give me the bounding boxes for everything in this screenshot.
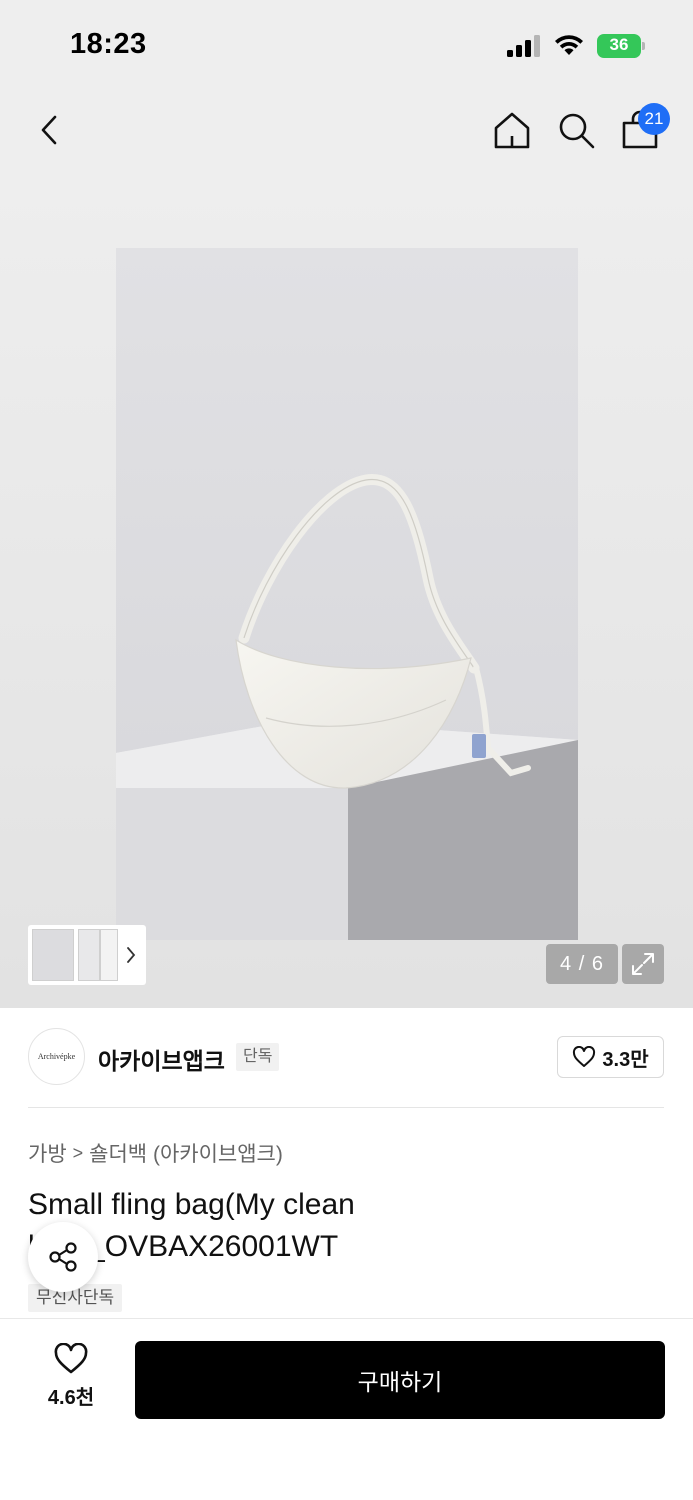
cart-count-badge: 21 [638, 103, 670, 135]
breadcrumb-category[interactable]: 가방 [28, 1138, 67, 1168]
brand-like-button[interactable]: 3.3만 [557, 1036, 664, 1078]
brand-like-count: 3.3만 [602, 1048, 649, 1071]
brand-exclusive-tag: 단독 [236, 1043, 280, 1071]
back-button[interactable] [28, 108, 72, 152]
status-bar: 18:23 36 [0, 0, 693, 90]
bag-illustration [116, 248, 578, 940]
product-like-count: 4.6천 [47, 1387, 95, 1409]
thumbnail-image[interactable] [100, 929, 118, 981]
product-like-button[interactable]: 4.6천 [30, 1343, 112, 1413]
share-button[interactable] [28, 1222, 98, 1292]
heart-icon [573, 1046, 596, 1067]
expand-icon [632, 953, 654, 975]
brand-row: Archivépke 아카이브앱크 단독 3.3만 [0, 1008, 693, 1108]
home-icon [494, 112, 530, 149]
search-button[interactable] [552, 106, 600, 154]
chevron-right-icon[interactable] [125, 945, 137, 965]
status-time: 18:23 [70, 28, 147, 60]
chevron-left-icon [41, 115, 57, 145]
product-gallery[interactable]: 4 / 6 [0, 170, 693, 1008]
search-icon [559, 113, 595, 149]
expand-button[interactable] [622, 944, 664, 984]
buy-button[interactable]: 구매하기 [135, 1341, 665, 1419]
product-photo[interactable] [116, 248, 578, 940]
battery-level: 36 [609, 35, 629, 54]
brand-logo-text: Archivépke [37, 1052, 76, 1061]
image-counter: 4 / 6 [546, 944, 618, 984]
product-title: Small fling bag(My clean bed)_OVBAX26001… [28, 1188, 355, 1263]
battery-icon: 36 [597, 34, 645, 58]
brand-name[interactable]: 아카이브앱크 [98, 1042, 225, 1076]
breadcrumb-separator: > [72, 1142, 84, 1163]
brand-logo[interactable]: Archivépke [28, 1028, 85, 1085]
nav-bar [0, 90, 693, 170]
heart-icon [54, 1343, 88, 1374]
thumbnail-image[interactable] [32, 929, 74, 981]
share-icon [49, 1242, 77, 1272]
home-button[interactable] [488, 106, 536, 154]
cellular-signal-icon [507, 35, 540, 57]
bottom-action-bar: 4.6천 구매하기 [0, 1318, 693, 1500]
breadcrumb: 가방 > 숄더백 (아카이브앱크) [28, 1138, 283, 1168]
thumbnail-strip[interactable] [28, 925, 146, 985]
breadcrumb-subcategory[interactable]: 숄더백 (아카이브앱크) [89, 1138, 283, 1168]
thumbnail-image[interactable] [78, 929, 100, 981]
wifi-icon [555, 35, 583, 55]
divider [28, 1107, 664, 1108]
